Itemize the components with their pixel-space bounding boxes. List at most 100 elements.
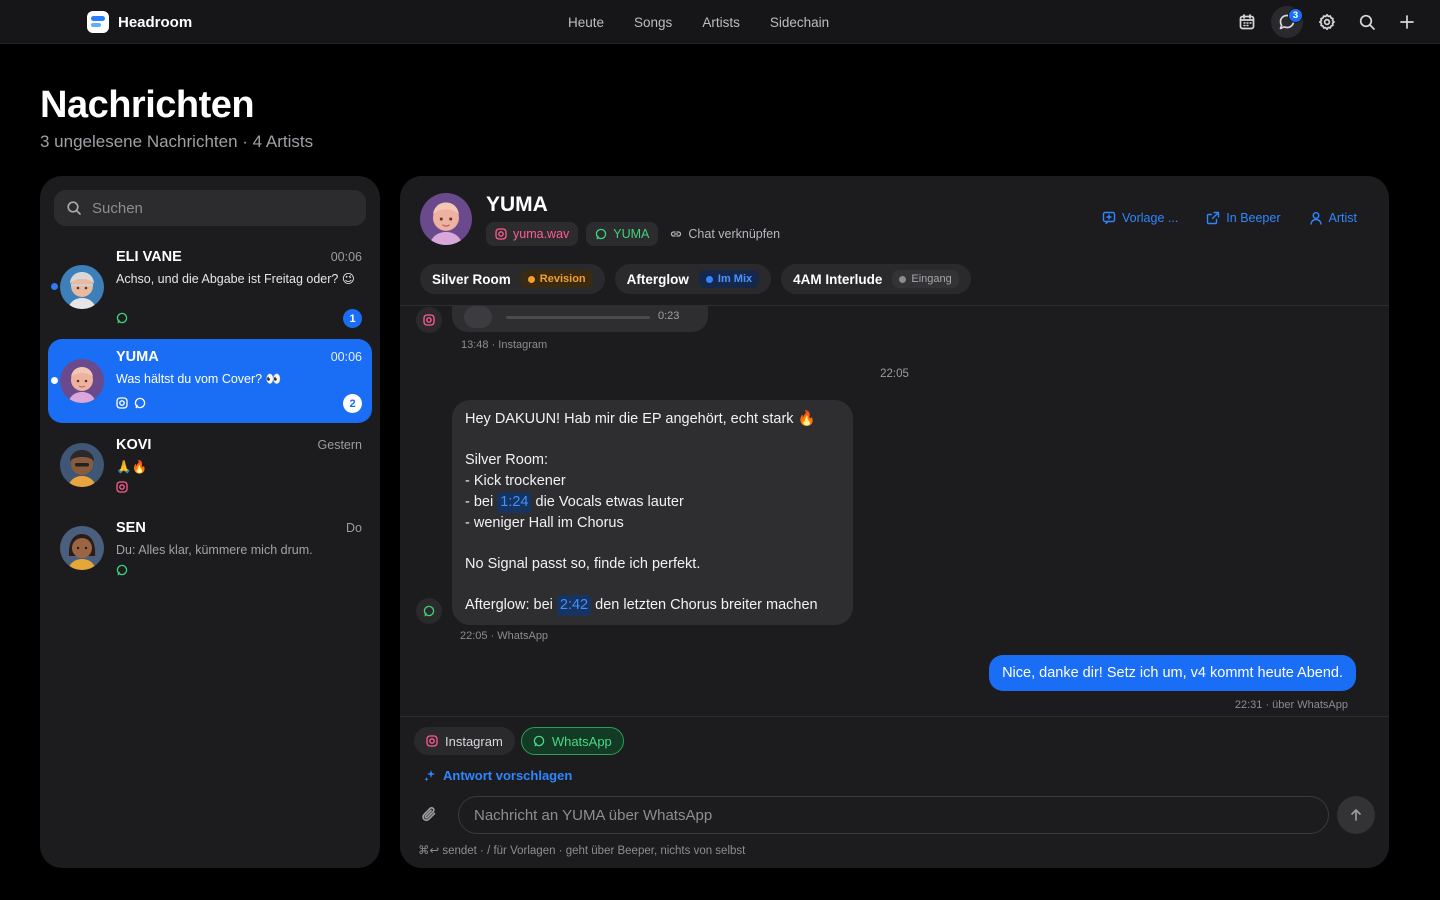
contact-avatar[interactable] <box>420 193 472 245</box>
message-input[interactable] <box>458 796 1329 834</box>
conversation-name: ELI VANE <box>116 249 182 265</box>
arrow-up-icon <box>1351 809 1361 821</box>
external-link-icon <box>1207 211 1220 225</box>
incoming-message[interactable]: Hey DAKUUN! Hab mir die EP angehört, ech… <box>452 400 853 625</box>
message-meta: 13:48 · Instagram <box>461 339 548 351</box>
song-chip-afterglow[interactable]: Afterglow Im Mix <box>614 264 772 294</box>
text-segment: - bei <box>465 493 498 510</box>
calendar-icon <box>1239 14 1255 30</box>
chat-panel: YUMA yuma.wav YUMA Chat verknüpfen Vorla… <box>400 176 1389 868</box>
page-subtitle: 3 ungelesene Nachrichten · 4 Artists <box>40 132 314 151</box>
text-segment: die Vocals etwas lauter <box>531 493 684 510</box>
open-in-beeper-button[interactable]: In Beeper <box>1206 211 1281 225</box>
nav-artists[interactable]: Artists <box>702 15 740 30</box>
search-icon <box>1359 14 1375 30</box>
message-list[interactable]: 0:23 13:48 · Instagram 22:05 Hey DAKUUN!… <box>400 306 1389 716</box>
song-chip-silver-room[interactable]: Silver Room Revision <box>420 264 605 294</box>
nav-sidechain[interactable]: Sidechain <box>770 15 829 30</box>
nav-songs[interactable]: Songs <box>634 15 672 30</box>
text-segment: Afterglow: bei <box>465 597 557 614</box>
message-line: - weniger Hall im Chorus <box>465 514 624 531</box>
voice-duration: 0:23 <box>658 310 680 322</box>
template-button[interactable]: Vorlage ... <box>1102 211 1178 225</box>
whatsapp-chip[interactable]: YUMA <box>586 222 659 246</box>
status-label: Im Mix <box>717 273 753 285</box>
contact-channels: yuma.wav YUMA Chat verknüpfen <box>486 222 784 246</box>
conversation-preview: 🙏🔥 <box>116 460 148 474</box>
status-label: Revision <box>539 273 586 285</box>
artist-profile-button[interactable]: Artist <box>1309 211 1357 225</box>
timestamp-link[interactable]: 2:42 <box>556 595 592 616</box>
platform-tab-label: Instagram <box>445 733 503 749</box>
link-icon <box>671 231 682 237</box>
conversation-item-kovi[interactable]: KOVI Gestern 🙏🔥 <box>48 427 372 507</box>
voice-waveform <box>506 316 650 319</box>
suggest-reply-label: Antwort vorschlagen <box>443 768 573 783</box>
status-badge: Eingang <box>892 270 959 288</box>
platform-tab-whatsapp[interactable]: WhatsApp <box>520 727 624 755</box>
instagram-icon <box>116 397 128 409</box>
settings-button[interactable] <box>1311 6 1343 38</box>
whatsapp-icon <box>596 228 607 240</box>
timestamp-link[interactable]: 1:24 <box>497 491 532 513</box>
message-line: Hey DAKUUN! Hab mir die EP angehört, ech… <box>465 411 816 427</box>
send-button[interactable] <box>1337 796 1375 834</box>
conversation-item-sen[interactable]: SEN Do Du: Alles klar, kümmere mich drum… <box>48 510 372 590</box>
platform-tab-instagram[interactable]: Instagram <box>414 727 515 755</box>
voice-message[interactable]: 0:23 <box>452 306 708 332</box>
brand[interactable]: Headroom <box>87 11 192 33</box>
message-text: Nice, danke dir! Setz ich um, v4 kommt h… <box>1002 665 1343 681</box>
whatsapp-icon <box>134 397 146 409</box>
avatar <box>60 443 104 487</box>
conversation-time: Gestern <box>317 438 362 452</box>
search-button[interactable] <box>1351 6 1383 38</box>
template-label: Vorlage ... <box>1122 211 1179 225</box>
calendar-button[interactable] <box>1231 6 1263 38</box>
instagram-icon <box>116 481 128 493</box>
conversation-time: 00:06 <box>330 350 362 364</box>
message-meta: 22:31 · über WhatsApp <box>1234 699 1348 711</box>
platform-icons <box>116 481 128 493</box>
gear-icon <box>1318 13 1335 31</box>
unread-badge: 3 <box>1288 8 1303 23</box>
composer: Instagram WhatsApp Antwort vorschlagen ⌘… <box>400 716 1389 868</box>
search-input[interactable] <box>92 199 342 217</box>
status-label: Eingang <box>911 273 952 285</box>
song-chip-4am-interlude[interactable]: 4AM Interlude Eingang <box>781 264 971 294</box>
app-logo-icon <box>87 11 109 33</box>
message-line: - bei 1:24 die Vocals etwas lauter <box>465 491 840 513</box>
add-button[interactable] <box>1391 6 1423 38</box>
status-badge: Im Mix <box>698 270 760 288</box>
platform-icons <box>116 312 128 324</box>
messages-button[interactable]: 3 <box>1271 6 1303 38</box>
outgoing-message[interactable]: Nice, danke dir! Setz ich um, v4 kommt h… <box>989 655 1356 691</box>
link-chat-button[interactable]: Chat verknüpfen <box>666 222 784 246</box>
suggest-reply-button[interactable]: Antwort vorschlagen <box>423 768 572 783</box>
conversation-item-yuma[interactable]: YUMA 00:06 Was hältst du vom Cover? 👀 2 <box>48 339 372 423</box>
conversation-list: ELI VANE 00:06 Achso, und die Abgabe ist… <box>40 176 380 868</box>
conversation-name: KOVI <box>116 437 152 453</box>
avatar <box>60 265 104 309</box>
message-platform-whatsapp <box>416 598 442 624</box>
unread-count: 2 <box>343 394 362 413</box>
contact-name: YUMA <box>486 193 548 216</box>
platform-tab-label: WhatsApp <box>551 733 612 749</box>
conversation-preview: Achso, und die Abgabe ist Freitag oder? … <box>116 272 355 286</box>
main-nav: Heute Songs Artists Sidechain <box>568 0 829 44</box>
conversation-name: YUMA <box>116 349 159 365</box>
play-button[interactable] <box>464 306 492 328</box>
unread-dot <box>51 377 58 384</box>
attach-button[interactable] <box>420 805 438 823</box>
nav-heute[interactable]: Heute <box>568 15 604 30</box>
top-actions: 3 <box>1231 6 1423 38</box>
plus-icon <box>1400 15 1414 29</box>
conversation-preview: Was hältst du vom Cover? 👀 <box>116 372 282 386</box>
song-chips: Silver Room Revision Afterglow Im Mix 4A… <box>420 264 971 294</box>
unread-count: 1 <box>343 309 362 328</box>
platform-icons <box>116 397 146 409</box>
conversation-time: 00:06 <box>330 250 362 264</box>
instagram-handle-chip[interactable]: yuma.wav <box>486 222 579 246</box>
conversation-item-eli-vane[interactable]: ELI VANE 00:06 Achso, und die Abgabe ist… <box>48 239 372 335</box>
chat-header: YUMA yuma.wav YUMA Chat verknüpfen Vorla… <box>400 176 1389 306</box>
unread-dot <box>51 283 58 290</box>
